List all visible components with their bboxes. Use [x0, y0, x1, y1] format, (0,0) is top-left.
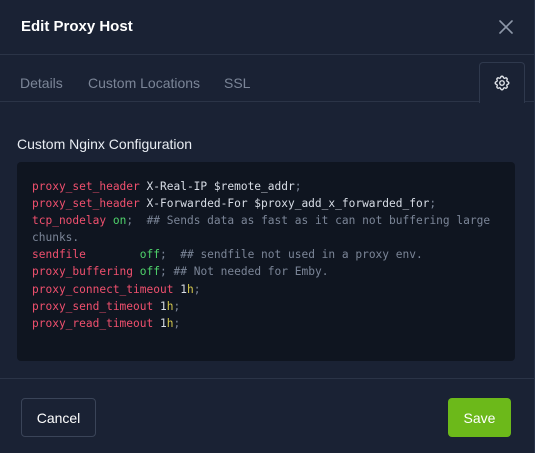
tab-details[interactable]: Details [20, 75, 63, 91]
config-line: proxy_connect_timeout 1h; [32, 281, 500, 298]
config-directive: tcp_nodelay [32, 214, 107, 228]
dialog-footer: Cancel Save [0, 378, 534, 453]
config-value: X-Forwarded-For $proxy_add_x_forwarded_f… [146, 197, 430, 211]
config-comment: ## Not needed for Emby. [173, 265, 329, 279]
config-value: 1h [160, 316, 174, 330]
config-value: 1h [180, 282, 194, 296]
config-terminator: ; [160, 265, 167, 279]
config-directive: proxy_set_header [32, 180, 140, 193]
config-line: sendfile off; ## sendfile not used in a … [32, 246, 500, 263]
config-line: chunks. [32, 229, 500, 246]
dialog-title: Edit Proxy Host [21, 18, 133, 35]
tab-custom-locations[interactable]: Custom Locations [88, 75, 200, 91]
config-line: proxy_set_header X-Real-IP $remote_addr; [32, 178, 500, 195]
config-line: proxy_send_timeout 1h; [32, 298, 500, 315]
close-icon [499, 20, 513, 34]
config-line: tcp_nodelay on; ## Sends data as fast as… [32, 212, 500, 229]
config-value: off [139, 265, 161, 279]
config-terminator: ; [173, 299, 181, 313]
save-button[interactable]: Save [448, 398, 511, 437]
config-terminator: ; [160, 248, 167, 262]
dialog-header: Edit Proxy Host [0, 0, 534, 55]
close-button[interactable] [495, 16, 517, 38]
config-directive: proxy_set_header [32, 197, 140, 211]
tab-bar: Details Custom Locations SSL [0, 55, 534, 103]
config-comment: chunks. [32, 231, 80, 245]
config-terminator: ; [126, 214, 134, 228]
config-directive: proxy_read_timeout [32, 316, 154, 330]
cancel-button[interactable]: Cancel [21, 398, 96, 437]
config-comment: ## Sends data as fast as it can not buff… [146, 214, 491, 228]
tab-advanced[interactable] [479, 62, 525, 103]
edit-proxy-host-dialog: Edit Proxy Host Details Custom Locations… [0, 0, 535, 453]
config-terminator: ; [294, 180, 302, 193]
config-terminator: ; [429, 197, 437, 211]
custom-nginx-config-label: Custom Nginx Configuration [17, 136, 193, 152]
nginx-config-editor[interactable]: proxy_set_header X-Real-IP $remote_addr;… [17, 162, 515, 361]
config-directive: proxy_buffering [32, 265, 134, 279]
config-line: proxy_buffering off; ## Not needed for E… [32, 263, 500, 280]
config-directive: proxy_connect_timeout [32, 282, 174, 296]
config-terminator: ; [173, 316, 181, 330]
config-value: 1h [160, 299, 174, 313]
config-terminator: ; [193, 282, 201, 296]
gear-icon [494, 75, 510, 91]
tab-ssl[interactable]: SSL [224, 75, 250, 91]
config-line: proxy_set_header X-Forwarded-For $proxy_… [32, 195, 500, 212]
config-comment: ## sendfile not used in a proxy env. [180, 248, 423, 262]
config-line: proxy_read_timeout 1h; [32, 315, 500, 332]
config-value: X-Real-IP $remote_addr [146, 180, 295, 193]
config-directive: proxy_send_timeout [32, 299, 154, 313]
config-directive: sendfile [32, 248, 86, 262]
config-value: off [139, 248, 160, 262]
config-value: on [112, 214, 127, 228]
